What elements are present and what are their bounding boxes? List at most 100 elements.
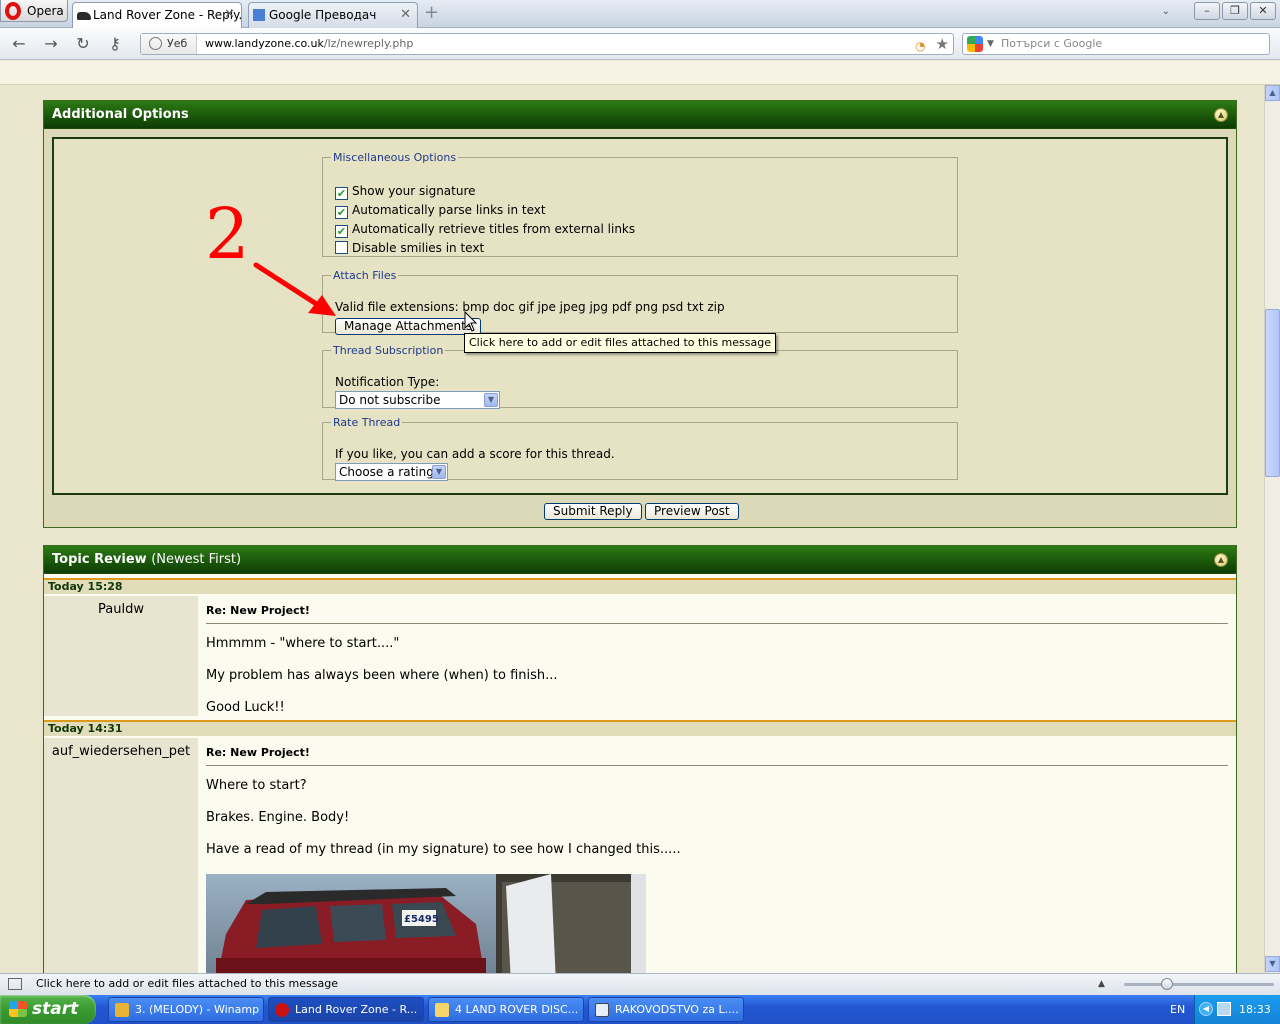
security-badge[interactable]: Уеб bbox=[141, 34, 197, 54]
opera-logo-icon bbox=[5, 2, 21, 20]
annotation-number: 2 bbox=[205, 193, 250, 275]
language-indicator[interactable]: EN bbox=[1170, 995, 1185, 1024]
url-path: /lz/newreply.php bbox=[323, 37, 414, 50]
topic-review-header: Topic Review (Newest First) ▲ bbox=[44, 546, 1236, 574]
close-window-icon[interactable]: ✕ bbox=[1250, 2, 1276, 20]
rating-select[interactable]: Choose a rating ▼ bbox=[335, 463, 448, 481]
post-text-line: Where to start? bbox=[206, 778, 307, 793]
post-username: Pauldw bbox=[44, 596, 198, 716]
tab-google-translate[interactable]: Google Преводач ✕ bbox=[248, 2, 418, 28]
username-text[interactable]: Pauldw bbox=[98, 602, 144, 617]
post-date: Today 14:31 bbox=[44, 720, 1236, 736]
collapse-icon[interactable]: ▲ bbox=[1214, 553, 1228, 567]
bookmark-star-icon[interactable]: ★ bbox=[936, 34, 949, 54]
checkbox-checked[interactable]: ✔ bbox=[335, 187, 348, 200]
google-search-engine-icon[interactable] bbox=[967, 36, 983, 52]
system-tray: ◀ 18:33 bbox=[1194, 995, 1280, 1024]
winamp-icon bbox=[115, 1003, 129, 1017]
search-engine-dropdown-icon[interactable]: ▼ bbox=[987, 34, 994, 54]
post-body: Re: New Project! Where to start? Brakes.… bbox=[200, 738, 1236, 973]
notification-type-select[interactable]: Do not subscribe ▼ bbox=[335, 391, 500, 409]
post-body: Re: New Project! Hmmmm - "where to start… bbox=[200, 596, 1236, 716]
restore-icon[interactable]: ❐ bbox=[1222, 2, 1248, 20]
task-label: 4 LAND ROVER DISC... bbox=[455, 1003, 579, 1016]
page-viewport: Additional Options ▲ Miscellaneous Optio… bbox=[0, 85, 1264, 973]
option-show-signature[interactable]: ✔ Show your signature bbox=[335, 184, 476, 200]
checkbox-checked[interactable]: ✔ bbox=[335, 225, 348, 238]
checkbox-checked[interactable]: ✔ bbox=[335, 206, 348, 219]
panel-title: Topic Review bbox=[52, 552, 147, 567]
minimize-icon[interactable]: – bbox=[1194, 2, 1220, 20]
tab-land-rover-zone[interactable]: Land Rover Zone - Reply... ✕ bbox=[72, 2, 242, 29]
topic-review-panel: Topic Review (Newest First) ▲ Today 15:2… bbox=[43, 545, 1237, 973]
security-label: Уеб bbox=[167, 37, 188, 50]
task-document[interactable]: RAKOVODSTVO za L.... bbox=[588, 997, 744, 1022]
task-opera[interactable]: Land Rover Zone - R... bbox=[268, 997, 424, 1022]
window-controls: – ❐ ✕ bbox=[1192, 2, 1276, 20]
globe-icon bbox=[149, 37, 162, 50]
close-tab-icon[interactable]: ✕ bbox=[224, 3, 235, 27]
url-host: www.landyzone.co.uk bbox=[205, 37, 324, 50]
option-label: Disable smilies in text bbox=[352, 241, 485, 255]
tab-label: Google Преводач bbox=[269, 8, 377, 22]
manage-attachments-button[interactable]: Manage Attachments bbox=[335, 318, 482, 335]
thread-subscription-fieldset: Thread Subscription Notification Type: D… bbox=[322, 344, 958, 409]
scroll-down-arrow-icon[interactable]: ▼ bbox=[1265, 956, 1280, 972]
zoom-slider-track[interactable] bbox=[1124, 983, 1274, 986]
url-text[interactable]: www.landyzone.co.uk/lz/newreply.php bbox=[205, 34, 413, 54]
show-hidden-icons-icon[interactable]: ◀ bbox=[1199, 1002, 1213, 1016]
photo-price-sign: £5495 bbox=[404, 914, 439, 925]
post-title: Re: New Project! bbox=[206, 604, 1228, 624]
address-bar[interactable]: Уеб www.landyzone.co.uk/lz/newreply.php … bbox=[140, 33, 954, 55]
task-folder[interactable]: 4 LAND ROVER DISC... bbox=[428, 997, 584, 1022]
tab-bar: Opera Land Rover Zone - Reply... ✕ Googl… bbox=[0, 0, 1280, 29]
panel-title: Additional Options bbox=[52, 107, 189, 122]
submit-reply-button[interactable]: Submit Reply bbox=[544, 503, 642, 520]
option-retrieve-titles[interactable]: ✔ Automatically retrieve titles from exte… bbox=[335, 222, 635, 238]
status-bar: Click here to add or edit files attached… bbox=[0, 973, 1280, 995]
start-button[interactable]: start bbox=[0, 995, 96, 1024]
forward-arrow-icon[interactable]: → bbox=[42, 35, 60, 53]
checkbox-unchecked[interactable] bbox=[335, 241, 348, 254]
network-icon[interactable] bbox=[1217, 1002, 1231, 1016]
annotation-arrow-icon bbox=[253, 262, 336, 316]
option-disable-smilies[interactable]: Disable smilies in text bbox=[335, 241, 484, 255]
windows-logo-icon bbox=[9, 1001, 27, 1017]
vertical-scrollbar[interactable]: ▲ ▼ bbox=[1264, 85, 1280, 973]
clock[interactable]: 18:33 bbox=[1239, 995, 1271, 1024]
post-text-line: Have a read of my thread (in my signatur… bbox=[206, 842, 681, 857]
folder-icon bbox=[435, 1003, 449, 1017]
search-field[interactable]: ▼ Потърси с Google bbox=[962, 33, 1270, 55]
collapse-icon[interactable]: ▲ bbox=[1214, 108, 1228, 122]
rate-thread-hint: If you like, you can add a score for thi… bbox=[335, 447, 615, 461]
status-text: Click here to add or edit files attached… bbox=[36, 977, 338, 990]
additional-options-panel: Additional Options ▲ Miscellaneous Optio… bbox=[43, 100, 1237, 528]
panel-toggle-icon[interactable] bbox=[8, 978, 22, 990]
search-placeholder: Потърси с Google bbox=[1001, 37, 1103, 50]
scrollbar-thumb[interactable] bbox=[1265, 309, 1280, 477]
navigation-bar: ← → ↻ ⚷ Уеб www.landyzone.co.uk/lz/newre… bbox=[0, 28, 1280, 60]
task-winamp[interactable]: 3. (MELODY) - Winamp bbox=[108, 997, 264, 1022]
post-text-line: Good Luck!! bbox=[206, 700, 285, 715]
scroll-up-arrow-icon[interactable]: ▲ bbox=[1265, 85, 1280, 101]
chevron-down-icon[interactable]: ▼ bbox=[484, 393, 498, 407]
post-username: auf_wiedersehen_pet bbox=[44, 738, 198, 973]
tab-menu-chevron-icon[interactable]: ⌄ bbox=[1162, 6, 1170, 17]
key-icon[interactable]: ⚷ bbox=[106, 35, 124, 53]
option-parse-links[interactable]: ✔ Automatically parse links in text bbox=[335, 203, 546, 219]
preview-post-button[interactable]: Preview Post bbox=[645, 503, 739, 520]
task-label: Land Rover Zone - R... bbox=[295, 1003, 418, 1016]
post-title: Re: New Project! bbox=[206, 746, 1228, 766]
valid-extensions-text: Valid file extensions: bmp doc gif jpe j… bbox=[335, 300, 725, 314]
zoom-menu-icon[interactable]: ▲ bbox=[1098, 974, 1105, 994]
zoom-slider-handle[interactable] bbox=[1161, 978, 1173, 990]
close-tab-icon[interactable]: ✕ bbox=[400, 3, 411, 27]
chevron-down-icon[interactable]: ▼ bbox=[432, 465, 446, 479]
reload-icon[interactable]: ↻ bbox=[74, 35, 92, 53]
opera-menu-button[interactable]: Opera bbox=[0, 0, 68, 22]
rss-feed-icon[interactable]: ◔ bbox=[915, 36, 929, 53]
username-text[interactable]: auf_wiedersehen_pet bbox=[52, 744, 190, 759]
bookmark-bar bbox=[0, 61, 1280, 85]
back-arrow-icon[interactable]: ← bbox=[10, 35, 28, 53]
new-tab-plus-icon[interactable]: + bbox=[424, 4, 440, 22]
